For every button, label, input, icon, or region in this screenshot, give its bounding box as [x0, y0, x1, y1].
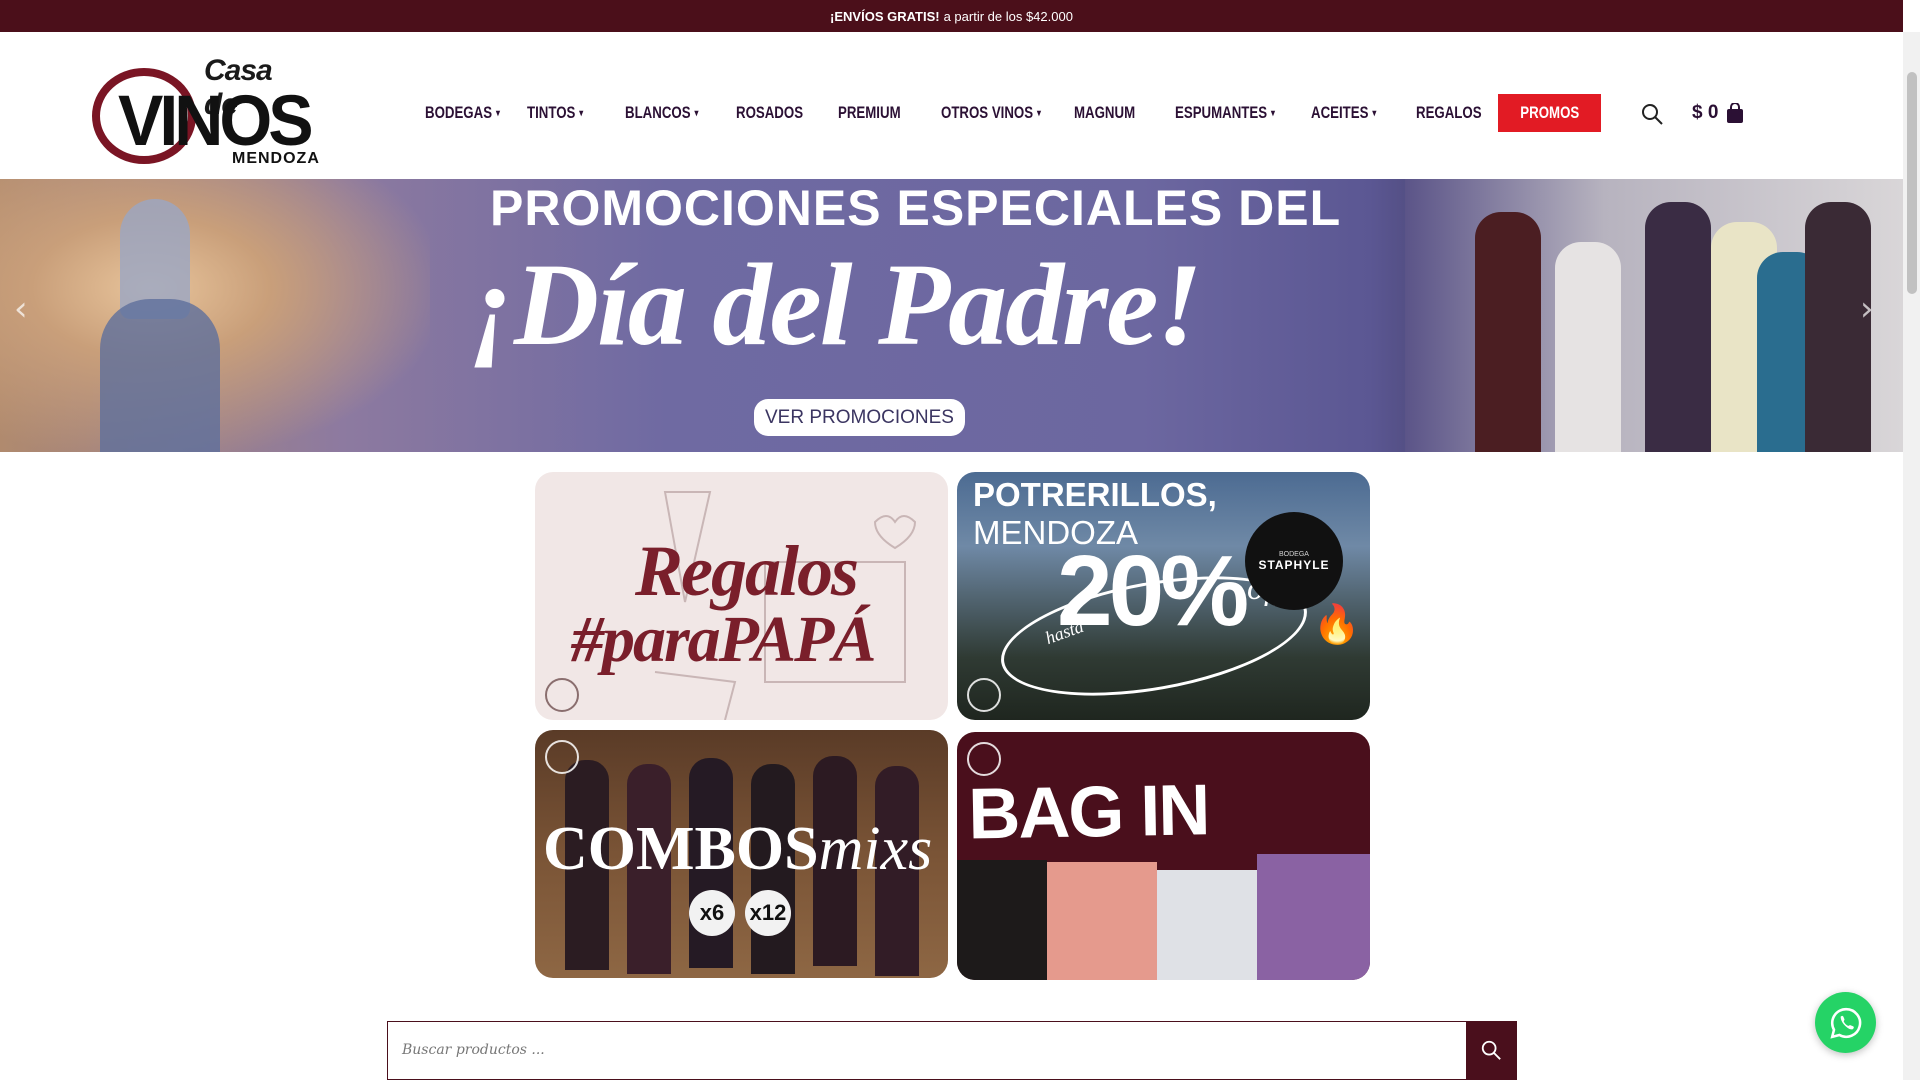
- nav-item-label: ESPUMANTES: [1175, 103, 1268, 122]
- nav-item-tintos[interactable]: TINTOS ▾: [527, 98, 583, 128]
- search-icon[interactable]: [1640, 102, 1664, 126]
- hero-banner[interactable]: PROMOCIONES ESPECIALES DEL ¡Día del Padr…: [0, 179, 1903, 452]
- hero-next-arrow[interactable]: ›: [1860, 289, 1874, 329]
- promo-card-potrerillos[interactable]: POTRERILLOS, MENDOZA hasta 20% off BODEG…: [957, 472, 1370, 720]
- regalos-subtitle: #paraPAPÁ: [571, 603, 876, 676]
- chevron-down-icon: ▾: [1372, 107, 1377, 119]
- nav-item-espumantes[interactable]: ESPUMANTES ▾: [1175, 98, 1275, 128]
- whatsapp-chat-button[interactable]: [1815, 992, 1876, 1053]
- nav-item-label: REGALOS: [1416, 103, 1482, 122]
- tap-icon: [545, 678, 579, 712]
- nav-item-blancos[interactable]: BLANCOS ▾: [625, 98, 698, 128]
- cart-button[interactable]: $ 0: [1692, 98, 1744, 128]
- box-partridge: [1047, 862, 1157, 980]
- nav-item-label: ROSADOS: [736, 103, 804, 122]
- nav-item-label: ACEITES: [1311, 103, 1369, 122]
- chevron-down-icon: ▾: [495, 107, 500, 119]
- nav-item-label: OTROS VINOS: [941, 103, 1034, 122]
- free-shipping-text: a partir de los $42.000: [943, 8, 1073, 24]
- bottle: [1555, 242, 1621, 452]
- nav-item-label: BODEGAS: [425, 103, 493, 122]
- combos-title: COMBOSmixs: [543, 814, 932, 885]
- potrerillos-bold: POTRERILLOS,: [973, 476, 1217, 513]
- nav-item-bodegas[interactable]: BODEGAS ▾: [425, 98, 500, 128]
- site-header: Casa de VINOS MENDOZA BODEGAS ▾ TINTOS ▾ BLA…: [0, 32, 1903, 179]
- combos-italic: mixs: [818, 815, 933, 883]
- scrollbar-thumb[interactable]: [1907, 72, 1917, 294]
- bag-in-box-products: [957, 850, 1370, 980]
- bottle: [1475, 212, 1541, 452]
- box-by-the-glass: [1157, 870, 1257, 980]
- promo-card-regalos[interactable]: Regalos #paraPAPÁ: [535, 472, 948, 720]
- main-nav: BODEGAS ▾ TINTOS ▾ BLANCOS ▾ ROSADOS PREMIUM OTR…: [0, 32, 1903, 179]
- tap-icon: [545, 740, 579, 774]
- promos-label: PROMOS: [1520, 103, 1579, 122]
- hero-title-main: ¡Día del Padre!: [470, 239, 1202, 370]
- hero-cta-button[interactable]: VER PROMOCIONES: [754, 399, 965, 436]
- nav-item-regalos[interactable]: REGALOS: [1416, 98, 1482, 128]
- hero-wine-bottles: [1405, 179, 1903, 452]
- nav-item-rosados[interactable]: ROSADOS: [736, 98, 803, 128]
- staphyle-logo: BODEGA STAPHYLE: [1245, 512, 1343, 610]
- product-search-bar[interactable]: Buscar productos ...: [387, 1021, 1517, 1080]
- hero-prev-arrow[interactable]: ‹: [14, 289, 28, 329]
- chevron-down-icon: ▾: [694, 107, 699, 119]
- free-shipping-bar: ¡ENVÍOS GRATIS! a partir de los $42.000: [0, 0, 1903, 32]
- nav-item-premium[interactable]: PREMIUM: [838, 98, 901, 128]
- promo-card-combos[interactable]: COMBOSmixs x6 x12: [535, 730, 948, 978]
- whatsapp-icon: [1829, 1007, 1861, 1039]
- chevron-down-icon: ▾: [1271, 107, 1275, 119]
- product-search-button[interactable]: [1466, 1022, 1516, 1080]
- chevron-down-icon: ▾: [579, 107, 584, 119]
- combo-x6-badge: x6: [689, 890, 735, 936]
- tap-icon: [967, 678, 1001, 712]
- box-finca-gabriel: [957, 860, 1047, 980]
- chevron-down-icon: ▾: [1037, 107, 1041, 119]
- bottle: [1645, 202, 1711, 452]
- nav-item-otros-vinos[interactable]: OTROS VINOS ▾: [941, 98, 1041, 128]
- page-scrollbar[interactable]: [1903, 32, 1920, 1080]
- nav-item-label: BLANCOS: [625, 103, 691, 122]
- shopping-bag-icon: [1727, 103, 1744, 123]
- search-icon: [1481, 1040, 1501, 1060]
- product-search-input[interactable]: Buscar productos ...: [402, 1042, 545, 1058]
- staphyle-name: STAPHYLE: [1258, 557, 1330, 572]
- combo-x12-badge: x12: [745, 890, 791, 936]
- combos-bold: COMBOS: [543, 815, 819, 883]
- hero-title-top: PROMOCIONES ESPECIALES DEL: [490, 180, 1342, 236]
- regalos-title: Regalos: [635, 531, 859, 611]
- hero-father-figure: [100, 299, 220, 452]
- tap-icon: [967, 742, 1001, 776]
- discount-percent: 20%: [1057, 535, 1249, 647]
- nav-item-label: PREMIUM: [838, 103, 901, 122]
- box-uco: [1257, 854, 1370, 980]
- nav-item-magnum[interactable]: MAGNUM: [1074, 98, 1135, 128]
- nav-item-label: MAGNUM: [1074, 103, 1136, 122]
- cart-total: $ 0: [1692, 102, 1719, 123]
- promo-card-bag-in-box[interactable]: BAG IN BOX: [957, 732, 1370, 980]
- nav-promos-button[interactable]: PROMOS: [1498, 94, 1601, 132]
- nav-item-label: TINTOS: [527, 103, 576, 122]
- staphyle-small: BODEGA: [1279, 550, 1309, 558]
- fire-icon: 🔥: [1313, 602, 1361, 646]
- free-shipping-bold: ¡ENVÍOS GRATIS!: [830, 8, 940, 24]
- nav-item-aceites[interactable]: ACEITES ▾: [1311, 98, 1376, 128]
